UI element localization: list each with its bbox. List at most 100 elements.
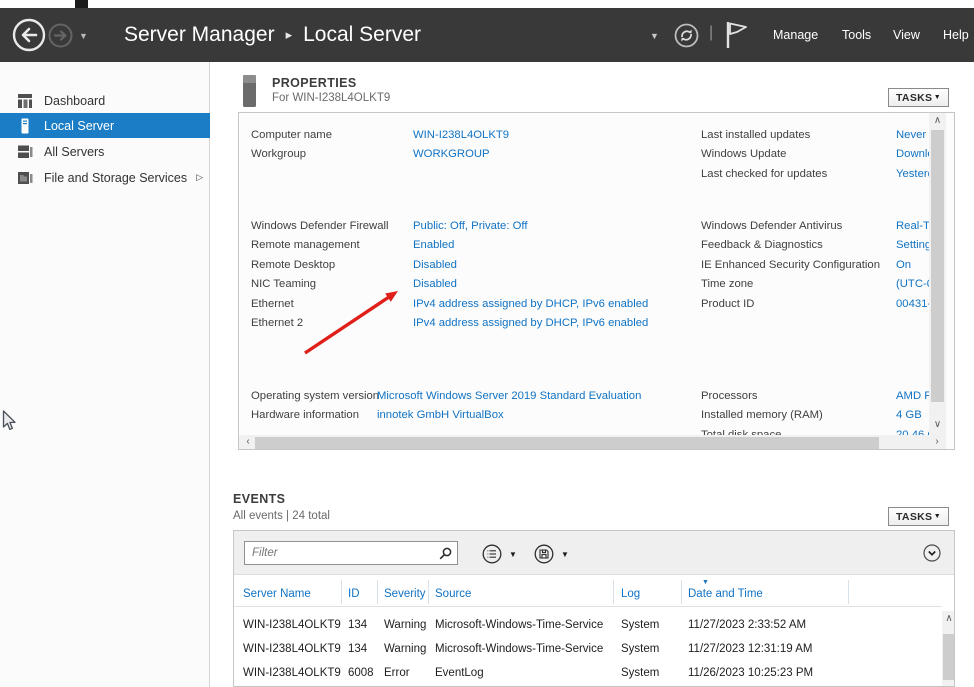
event-row[interactable]: WIN-I238L4OLKT9 134 Warning Microsoft-Wi… [234, 613, 942, 637]
property-label: Remote Desktop [251, 259, 413, 271]
refresh-dropdown-caret-icon[interactable]: ▼ [650, 31, 659, 41]
property-value-link[interactable]: (UTC-08:0 [896, 278, 929, 290]
scrollbar-thumb[interactable] [931, 130, 944, 402]
menu-view[interactable]: View [893, 8, 920, 62]
properties-horizontal-scrollbar[interactable]: ‹ › [239, 435, 946, 450]
property-label: Remote management [251, 239, 413, 251]
property-value-link[interactable]: Enabled [413, 239, 454, 251]
sidebar-item-dashboard[interactable]: Dashboard [0, 88, 210, 113]
property-value-link[interactable]: Yesterday [896, 168, 929, 180]
expand-right-icon[interactable]: ▷ [196, 172, 203, 183]
properties-title: PROPERTIES [272, 76, 357, 90]
properties-left-column: Computer nameWIN-I238L4OLKT9 WorkgroupWO… [251, 113, 699, 435]
property-label: Last checked for updates [701, 168, 896, 180]
column-header-server-name[interactable]: Server Name [243, 588, 311, 600]
sidebar-item-file-storage-services[interactable]: File and Storage Services ▷ [0, 165, 210, 190]
events-toolbar: ▼ ▼ [234, 531, 954, 575]
property-value-link[interactable]: 4 GB [896, 409, 922, 421]
nav-dropdown-caret-icon[interactable]: ▼ [79, 31, 88, 41]
all-servers-icon [17, 144, 33, 160]
column-header-severity[interactable]: Severity [384, 588, 426, 600]
menu-help[interactable]: Help [943, 8, 969, 62]
events-panel: ▼ ▼ Server Name ID Severity Source Log D… [233, 530, 955, 687]
column-header-source[interactable]: Source [435, 588, 471, 600]
property-value-link[interactable]: Microsoft Windows Server 2019 Standard E… [377, 390, 641, 402]
file-storage-icon [17, 170, 33, 186]
scroll-down-button[interactable]: ∨ [929, 419, 946, 430]
forward-button[interactable] [48, 23, 73, 48]
property-value-link[interactable]: Real-Tim [896, 220, 929, 232]
scrollbar-thumb[interactable] [943, 634, 955, 680]
local-server-icon [17, 118, 33, 134]
column-header-date-time[interactable]: Date and Time [688, 588, 763, 600]
sidebar-item-label: Dashboard [44, 94, 105, 108]
tasks-label: TASKS [896, 511, 932, 523]
column-header-id[interactable]: ID [348, 588, 360, 600]
scroll-right-button[interactable]: › [930, 436, 944, 447]
search-icon[interactable] [439, 547, 452, 560]
column-separator [848, 580, 849, 604]
refresh-button[interactable] [674, 23, 699, 48]
property-value-link[interactable]: innotek GmbH VirtualBox [377, 409, 504, 421]
property-label: Hardware information [251, 409, 377, 421]
filter-criteria-caret-icon[interactable]: ▼ [509, 550, 517, 559]
events-subtitle: All events | 24 total [233, 510, 330, 522]
cell-id: 6008 [348, 661, 374, 685]
property-value-link[interactable]: AMD Ryz [896, 390, 929, 402]
properties-vertical-scrollbar[interactable]: ∧ ∨ [929, 113, 946, 435]
collapse-tile-button[interactable] [923, 544, 941, 562]
arrow-left-icon [23, 29, 36, 41]
events-tasks-button[interactable]: TASKS ▼ [888, 507, 949, 526]
property-label: IE Enhanced Security Configuration [701, 259, 896, 271]
property-value-link[interactable]: Disabled [413, 259, 457, 271]
cell-severity: Warning [384, 637, 426, 661]
event-row[interactable]: WIN-I238L4OLKT9 6008 Error EventLog Syst… [234, 661, 942, 685]
saved-queries-caret-icon[interactable]: ▼ [561, 550, 569, 559]
menu-manage[interactable]: Manage [773, 8, 818, 62]
property-label: NIC Teaming [251, 278, 413, 290]
menu-tools[interactable]: Tools [842, 8, 871, 62]
scroll-up-button[interactable]: ∧ [942, 613, 955, 624]
properties-tasks-button[interactable]: TASKS ▼ [888, 88, 949, 107]
sidebar-item-local-server[interactable]: Local Server [0, 113, 210, 138]
sidebar-item-all-servers[interactable]: All Servers [0, 139, 210, 164]
event-row[interactable]: WIN-I238L4OLKT9 134 Warning Microsoft-Wi… [234, 637, 942, 661]
column-header-log[interactable]: Log [621, 588, 640, 600]
scrollbar-thumb[interactable] [255, 437, 879, 449]
scroll-left-button[interactable]: ‹ [241, 436, 255, 447]
events-vertical-scrollbar[interactable]: ∧ [942, 611, 955, 687]
top-edge-strip [0, 0, 974, 8]
property-label: Product ID [701, 298, 896, 310]
property-value-link[interactable]: Public: Off, Private: Off [413, 220, 527, 232]
filter-criteria-button[interactable] [482, 544, 502, 564]
property-label: Last installed updates [701, 129, 896, 141]
property-label: Time zone [701, 278, 896, 290]
server-tile-icon [243, 75, 256, 107]
sidebar: Dashboard Local Server All Servers File … [0, 62, 210, 687]
sidebar-item-label: All Servers [44, 145, 104, 159]
property-value-link[interactable]: 00431-10 [896, 298, 929, 310]
back-button[interactable] [12, 18, 46, 52]
scroll-up-button[interactable]: ∧ [929, 115, 946, 126]
property-label: Feedback & Diagnostics [701, 239, 896, 251]
notifications-flag-button[interactable] [724, 21, 750, 49]
property-value-link[interactable]: WIN-I238L4OLKT9 [413, 129, 509, 141]
property-value-link[interactable]: Downloa [896, 148, 929, 160]
column-separator [377, 580, 378, 604]
property-value-link[interactable]: On [896, 259, 911, 271]
property-label: Ethernet [251, 298, 413, 310]
property-value-link[interactable]: Never [896, 129, 926, 141]
property-label: Operating system version [251, 390, 377, 402]
property-value-link[interactable]: IPv4 address assigned by DHCP, IPv6 enab… [413, 298, 648, 310]
property-value-link[interactable]: IPv4 address assigned by DHCP, IPv6 enab… [413, 317, 648, 329]
cell-id: 134 [348, 613, 367, 637]
cell-source: EventLog [435, 661, 484, 685]
cell-server-name: WIN-I238L4OLKT9 [243, 637, 341, 661]
property-label: Windows Defender Firewall [251, 220, 413, 232]
property-value-link[interactable]: Settings [896, 239, 929, 251]
saved-queries-button[interactable] [534, 544, 554, 564]
property-value-link[interactable]: WORKGROUP [413, 148, 490, 160]
properties-panel: Computer nameWIN-I238L4OLKT9 WorkgroupWO… [238, 112, 955, 450]
filter-input[interactable] [244, 541, 458, 565]
property-value-link[interactable]: Disabled [413, 278, 457, 290]
